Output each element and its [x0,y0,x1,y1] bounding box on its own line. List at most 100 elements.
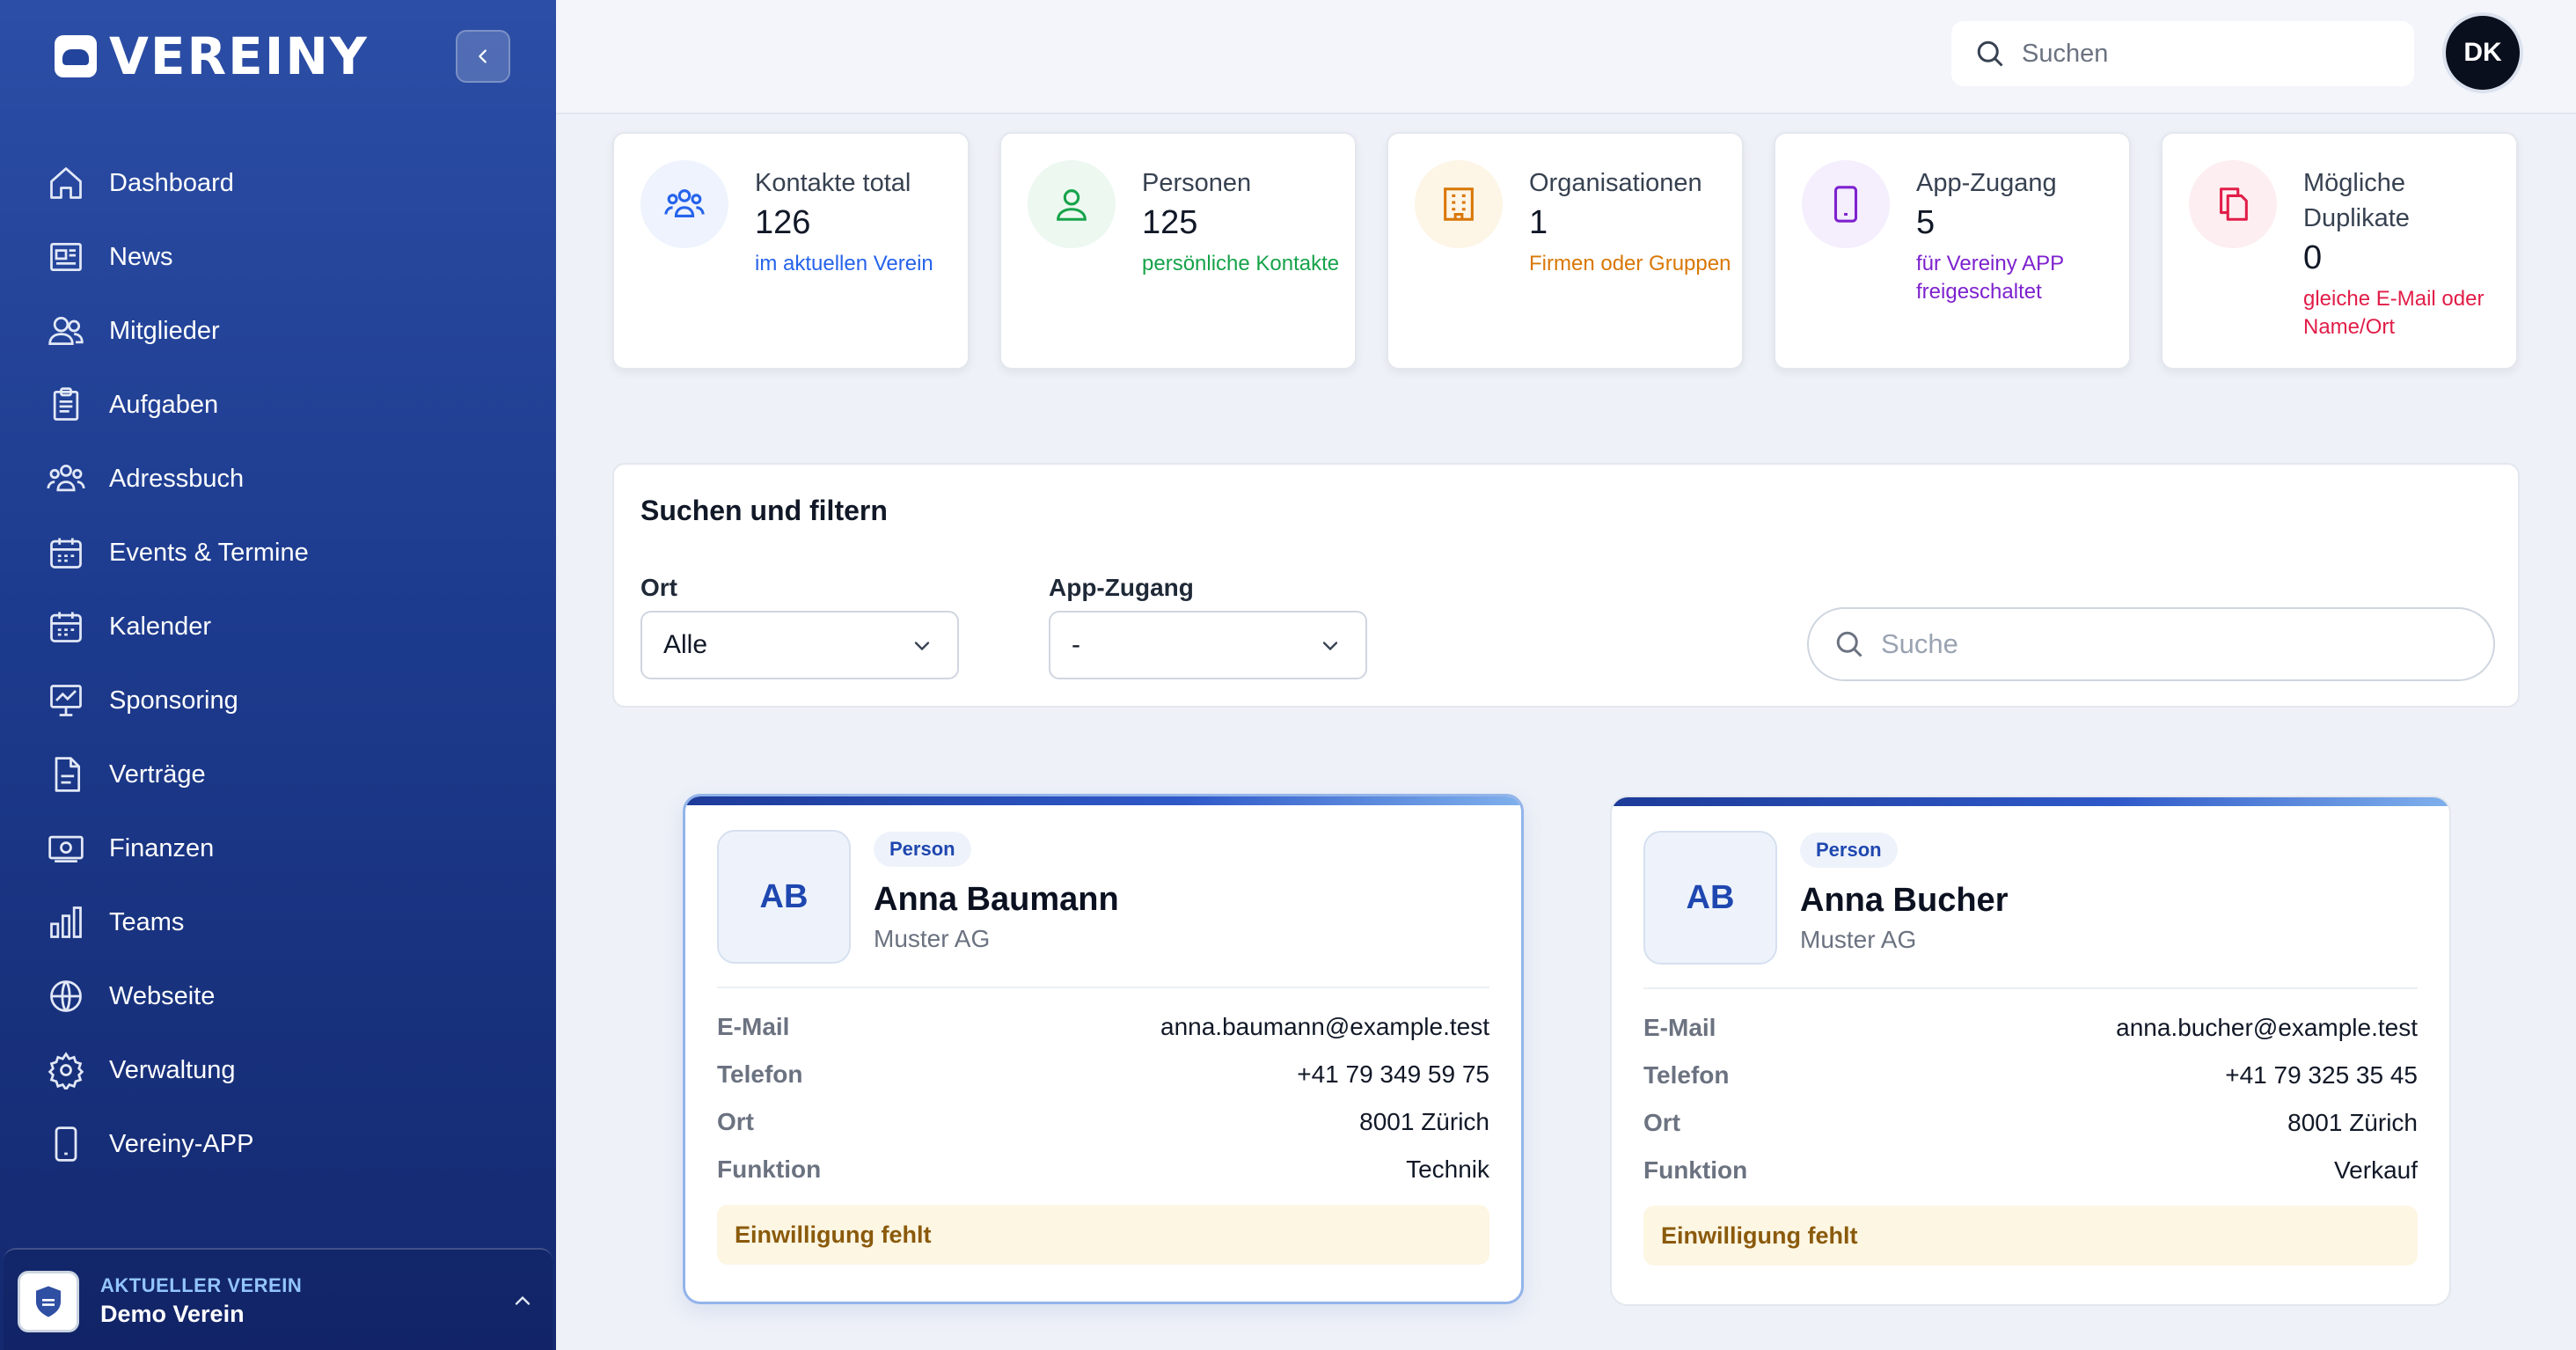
contact-search-input[interactable]: Suche [1807,607,2495,681]
club-name: Demo Verein [100,1301,245,1327]
contact-name[interactable]: Anna Baumann [874,881,1119,919]
stat-subtitle: im aktuellen Verein [755,252,933,275]
club-logo [18,1271,79,1332]
chevron-up-icon [515,1295,531,1305]
stat-subtitle: Firmen oder Gruppen [1529,252,1731,275]
banknote-icon [44,826,88,870]
sidebar-item-mitglieder[interactable]: Mitglieder [44,294,519,368]
divider [1643,987,2418,989]
search-icon [1836,631,1862,657]
collapse-sidebar-button[interactable] [456,30,510,83]
group-icon [44,457,88,501]
contact-ort: 8001 Zürich [1359,1108,1489,1135]
card-accent-bar [1612,797,2449,806]
stat-subtitle: für Vereiny APP freigeschaltet [1916,252,2064,304]
user-avatar[interactable]: DK [2442,12,2523,93]
sidebar-item-webseite[interactable]: Webseite [44,959,519,1033]
stat-subtitle: persönliche Kontakte [1142,252,1340,275]
contact-ort-row: Ort 8001 Zürich [1643,1105,2418,1141]
sidebar-item-events[interactable]: Events & Termine [44,516,519,590]
contact-type-badge: Person [1800,833,1898,868]
sidebar-item-teams[interactable]: Teams [44,885,519,959]
app-filter-label: App-Zugang [1049,574,1194,601]
contact-company: Muster AG [874,925,991,952]
contact-ort: 8001 Zürich [2287,1109,2418,1136]
field-label: Telefon [717,1060,803,1088]
sidebar-item-label: Verträge [109,759,206,789]
stat-card-app-zugang: App-Zugang 5 für Vereiny APP freigeschal… [1774,132,2131,370]
consent-missing-badge: Einwilligung fehlt [1643,1206,2418,1266]
sidebar-item-label: Sponsoring [109,686,238,715]
logo-text: VEREINY [109,26,369,86]
field-label: Funktion [1643,1156,1748,1184]
sidebar-item-label: Finanzen [109,833,215,862]
sidebar-item-label: Webseite [109,981,216,1010]
global-search-input[interactable]: Suchen [1951,21,2414,86]
sidebar-item-verwaltung[interactable]: Verwaltung [44,1033,519,1107]
sidebar-item-label: Mitglieder [109,316,220,345]
contact-card[interactable]: AB Person Anna Bucher Muster AG E-Mail a… [1610,796,2451,1306]
contact-type-badge: Person [874,832,971,867]
sidebar-item-vertraege[interactable]: Verträge [44,737,519,811]
sidebar-item-label: Events & Termine [109,538,309,567]
contact-email[interactable]: anna.bucher@example.test [2116,1014,2418,1042]
sidebar-item-label: Aufgaben [109,390,219,419]
group-icon [640,160,728,248]
globe-icon [44,974,88,1018]
sidebar-item-label: Dashboard [109,168,234,197]
sidebar-item-label: News [109,242,173,271]
newspaper-icon [44,235,88,279]
current-club-switcher[interactable]: AKTUELLER VEREIN Demo Verein [4,1248,553,1350]
contact-card[interactable]: AB Person Anna Baumann Muster AG E-Mail … [683,794,1524,1304]
contact-email-row: E-Mail anna.baumann@example.test [717,1009,1489,1045]
sidebar-item-aufgaben[interactable]: Aufgaben [44,368,519,442]
sidebar: VEREINY Dashboard News Mitglieder Aufgab… [0,0,556,1350]
shield-icon [36,1286,61,1317]
contact-ort-row: Ort 8001 Zürich [717,1104,1489,1140]
stat-value: 0 [2303,239,2323,276]
sidebar-item-dashboard[interactable]: Dashboard [44,146,519,220]
sidebar-item-label: Adressbuch [109,464,245,493]
contact-email-row: E-Mail anna.bucher@example.test [1643,1010,2418,1046]
sidebar-item-kalender[interactable]: Kalender [44,590,519,664]
contact-company: Muster AG [1800,926,1917,953]
sidebar-item-sponsoring[interactable]: Sponsoring [44,664,519,737]
app-filter-value: - [1072,630,1080,659]
calendar-icon [44,605,88,649]
stat-title: Kontakte total [755,169,911,197]
contact-function-row: Funktion Technik [717,1152,1489,1187]
sidebar-item-finanzen[interactable]: Finanzen [44,811,519,885]
contact-name[interactable]: Anna Bucher [1800,882,2008,920]
ort-filter-select[interactable]: Alle [640,611,959,679]
contact-avatar: AB [1643,831,1777,965]
consent-missing-badge: Einwilligung fehlt [717,1205,1489,1265]
app-filter-select[interactable]: - [1049,611,1367,679]
contact-phone[interactable]: +41 79 325 35 45 [2225,1061,2418,1090]
stat-value: 125 [1142,204,1198,241]
stat-card-duplikate: Mögliche Duplikate 0 gleiche E-Mail oder… [2161,132,2518,370]
contact-function: Verkauf [2334,1156,2418,1184]
stat-title: App-Zugang [1916,169,2057,197]
chevron-down-icon [914,642,930,651]
cloud-logo-icon [55,35,97,77]
contact-function-row: Funktion Verkauf [1643,1153,2418,1188]
app-logo[interactable]: VEREINY [55,26,369,86]
field-label: Ort [717,1108,754,1135]
user-icon [1028,160,1116,248]
filter-panel: Suchen und filtern Ort Alle App-Zugang -… [612,463,2520,708]
contact-function: Technik [1406,1156,1489,1183]
sidebar-item-adressbuch[interactable]: Adressbuch [44,442,519,516]
global-search-placeholder: Suchen [2022,39,2109,68]
sidebar-item-label: Verwaltung [109,1055,236,1084]
contact-phone[interactable]: +41 79 349 59 75 [1297,1060,1489,1089]
chevron-left-icon [479,49,487,63]
bar-chart-icon [44,900,88,944]
contact-email[interactable]: anna.baumann@example.test [1160,1013,1489,1041]
sidebar-item-news[interactable]: News [44,220,519,294]
stat-value: 5 [1916,204,1936,241]
document-icon [44,752,88,796]
divider [717,987,1489,988]
sidebar-item-vereiny-app[interactable]: Vereiny-APP [44,1107,519,1181]
phone-icon [44,1122,88,1166]
phone-icon [1802,160,1890,248]
